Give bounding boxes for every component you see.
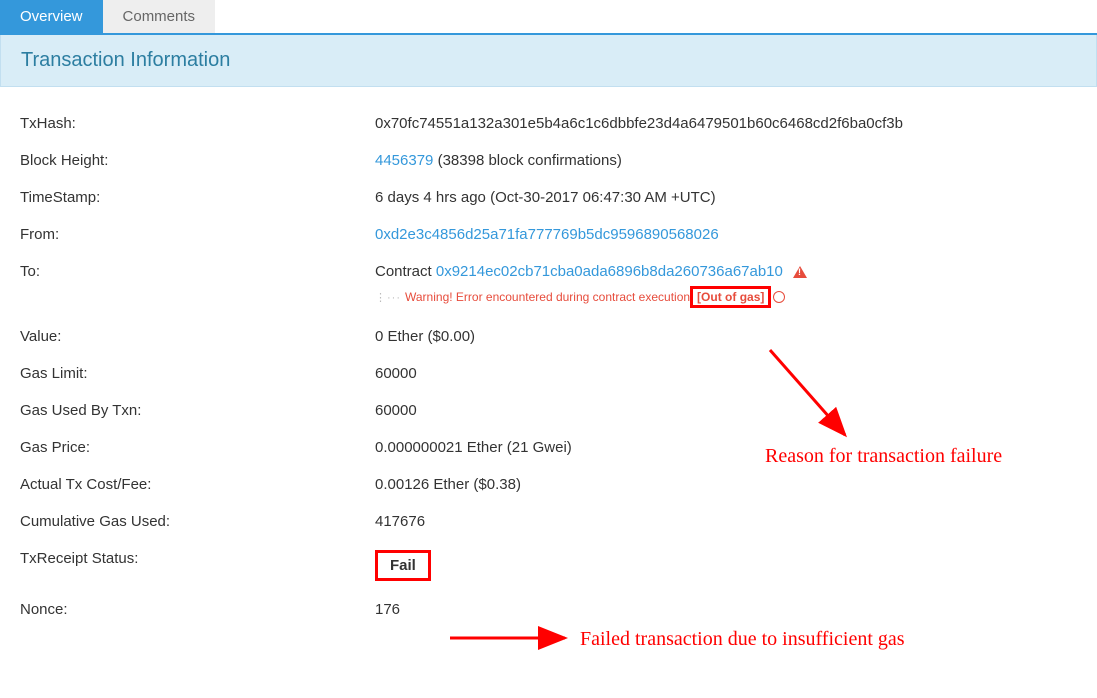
fail-badge: Fail [375, 550, 431, 581]
value-cumulative: 417676 [375, 513, 1077, 530]
row-from: From: 0xd2e3c4856d25a71fa777769b5dc95968… [20, 216, 1077, 253]
label-block-height: Block Height: [20, 152, 375, 169]
value-to: Contract 0x9214ec02cb71cba0ada6896b8da26… [375, 263, 1077, 308]
value-nonce: 176 [375, 601, 1077, 618]
value-gas-price: 0.000000021 Ether (21 Gwei) [375, 439, 1077, 456]
to-contract-prefix: Contract [375, 263, 436, 280]
value-gas-used: 60000 [375, 402, 1077, 419]
panel-title: Transaction Information [0, 35, 1097, 87]
tree-branch-icon: ⋮··· [375, 291, 401, 304]
row-receipt-status: TxReceipt Status: Fail [20, 540, 1077, 591]
transaction-details: TxHash: 0x70fc74551a132a301e5b4a6c1c6dbb… [0, 87, 1097, 638]
value-txhash: 0x70fc74551a132a301e5b4a6c1c6dbbfe23d4a6… [375, 115, 1077, 132]
row-gas-price: Gas Price: 0.000000021 Ether (21 Gwei) [20, 429, 1077, 466]
tabs: Overview Comments [0, 0, 1097, 35]
block-link[interactable]: 4456379 [375, 152, 433, 169]
value-from: 0xd2e3c4856d25a71fa777769b5dc95968905680… [375, 226, 1077, 243]
row-txhash: TxHash: 0x70fc74551a132a301e5b4a6c1c6dbb… [20, 105, 1077, 142]
tab-comments[interactable]: Comments [103, 0, 216, 33]
row-cost: Actual Tx Cost/Fee: 0.00126 Ether ($0.38… [20, 466, 1077, 503]
warning-text: Warning! Error encountered during contra… [405, 290, 690, 304]
tab-overview[interactable]: Overview [0, 0, 103, 33]
warning-triangle-icon [793, 266, 807, 278]
row-timestamp: TimeStamp: 6 days 4 hrs ago (Oct-30-2017… [20, 179, 1077, 216]
row-value: Value: 0 Ether ($0.00) [20, 318, 1077, 355]
label-nonce: Nonce: [20, 601, 375, 618]
label-to: To: [20, 263, 375, 280]
out-of-gas-box: [Out of gas] [690, 286, 771, 308]
row-to: To: Contract 0x9214ec02cb71cba0ada6896b8… [20, 253, 1077, 318]
label-txhash: TxHash: [20, 115, 375, 132]
block-confirmations: (38398 block confirmations) [433, 152, 621, 169]
sad-face-icon [773, 291, 785, 303]
value-cost: 0.00126 Ether ($0.38) [375, 476, 1077, 493]
to-address-link[interactable]: 0x9214ec02cb71cba0ada6896b8da260736a67ab… [436, 263, 783, 280]
row-nonce: Nonce: 176 [20, 591, 1077, 628]
label-receipt-status: TxReceipt Status: [20, 550, 375, 567]
value-block-height: 4456379 (38398 block confirmations) [375, 152, 1077, 169]
label-timestamp: TimeStamp: [20, 189, 375, 206]
value-receipt-status: Fail [375, 550, 1077, 581]
row-block-height: Block Height: 4456379 (38398 block confi… [20, 142, 1077, 179]
row-gas-used: Gas Used By Txn: 60000 [20, 392, 1077, 429]
value-value: 0 Ether ($0.00) [375, 328, 1077, 345]
label-gas-price: Gas Price: [20, 439, 375, 456]
label-value: Value: [20, 328, 375, 345]
label-from: From: [20, 226, 375, 243]
label-gas-limit: Gas Limit: [20, 365, 375, 382]
label-cost: Actual Tx Cost/Fee: [20, 476, 375, 493]
label-cumulative: Cumulative Gas Used: [20, 513, 375, 530]
value-gas-limit: 60000 [375, 365, 1077, 382]
execution-warning: ⋮··· Warning! Error encountered during c… [375, 286, 1077, 308]
label-gas-used: Gas Used By Txn: [20, 402, 375, 419]
row-gas-limit: Gas Limit: 60000 [20, 355, 1077, 392]
from-address-link[interactable]: 0xd2e3c4856d25a71fa777769b5dc95968905680… [375, 226, 719, 243]
value-timestamp: 6 days 4 hrs ago (Oct-30-2017 06:47:30 A… [375, 189, 1077, 206]
row-cumulative: Cumulative Gas Used: 417676 [20, 503, 1077, 540]
